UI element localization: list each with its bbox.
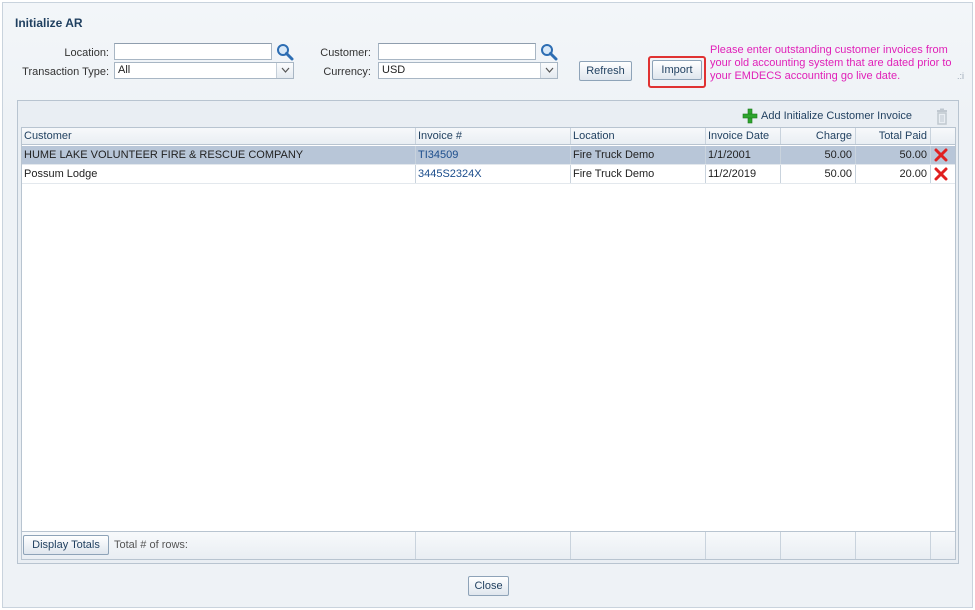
column-delete <box>931 128 955 144</box>
chevron-down-icon <box>540 63 557 78</box>
column-total-paid[interactable]: Total Paid <box>856 128 931 144</box>
currency-label: Currency: <box>323 66 371 78</box>
row-invoice-link[interactable]: 3445S2324X <box>416 165 571 183</box>
total-rows-label: Total # of rows: <box>114 539 188 551</box>
trash-icon[interactable] <box>934 108 950 126</box>
table-row[interactable]: Possum Lodge 3445S2324X Fire Truck Demo … <box>22 165 955 184</box>
customer-label: Customer: <box>320 47 371 59</box>
add-invoice-button[interactable]: Add Initialize Customer Invoice <box>742 108 912 124</box>
delete-row-icon[interactable] <box>934 167 948 181</box>
footer-cell <box>931 532 955 559</box>
footer-cell <box>571 532 706 559</box>
footer-cell <box>781 532 856 559</box>
table-footer: Display Totals Total # of rows: <box>22 531 955 559</box>
footer-summary-cell: Display Totals Total # of rows: <box>22 532 416 559</box>
dialog-title: Initialize AR <box>15 16 83 30</box>
location-search-icon[interactable] <box>276 43 294 61</box>
column-customer[interactable]: Customer <box>22 128 416 144</box>
row-charge: 50.00 <box>781 165 856 183</box>
row-invoice-date: 1/1/2001 <box>706 146 781 164</box>
row-customer: Possum Lodge <box>22 165 416 183</box>
invoice-panel: Add Initialize Customer Invoice Customer… <box>17 100 959 564</box>
footer-cell <box>856 532 931 559</box>
column-invoice-date[interactable]: Invoice Date <box>706 128 781 144</box>
row-total-paid: 50.00 <box>856 146 931 164</box>
footer-cell <box>706 532 781 559</box>
location-label: Location: <box>64 47 109 59</box>
row-customer: HUME LAKE VOLUNTEER FIRE & RESCUE COMPAN… <box>22 146 416 164</box>
row-location: Fire Truck Demo <box>571 146 706 164</box>
transaction-type-label: Transaction Type: <box>22 66 109 78</box>
display-totals-button[interactable]: Display Totals <box>23 535 109 555</box>
column-charge[interactable]: Charge <box>781 128 856 144</box>
location-input[interactable] <box>114 43 272 60</box>
column-invoice[interactable]: Invoice # <box>416 128 571 144</box>
transaction-type-value: All <box>118 64 131 76</box>
column-location[interactable]: Location <box>571 128 706 144</box>
add-invoice-label: Add Initialize Customer Invoice <box>761 110 913 122</box>
row-charge: 50.00 <box>781 146 856 164</box>
table-header: Customer Invoice # Location Invoice Date… <box>22 128 955 145</box>
plus-icon <box>742 108 758 124</box>
customer-input[interactable] <box>378 43 536 60</box>
footer-cell <box>416 532 571 559</box>
row-invoice-link[interactable]: TI34509 <box>416 146 571 164</box>
currency-select[interactable]: USD <box>378 62 558 79</box>
import-button[interactable]: Import <box>652 60 702 80</box>
customer-search-icon[interactable] <box>540 43 558 61</box>
delete-row-icon[interactable] <box>934 148 948 162</box>
close-button[interactable]: Close <box>468 576 509 596</box>
refresh-button[interactable]: Refresh <box>579 61 632 81</box>
resize-grip-icon[interactable]: .:i <box>957 71 964 81</box>
initialize-ar-dialog: Initialize AR Location: Customer: Transa… <box>2 2 973 608</box>
row-total-paid: 20.00 <box>856 165 931 183</box>
row-location: Fire Truck Demo <box>571 165 706 183</box>
transaction-type-select[interactable]: All <box>114 62 294 79</box>
row-invoice-date: 11/2/2019 <box>706 165 781 183</box>
import-instruction-text: Please enter outstanding customer invoic… <box>710 44 952 82</box>
chevron-down-icon <box>276 63 293 78</box>
currency-value: USD <box>382 64 406 76</box>
invoice-table: Customer Invoice # Location Invoice Date… <box>21 127 956 560</box>
table-row[interactable]: HUME LAKE VOLUNTEER FIRE & RESCUE COMPAN… <box>22 146 955 165</box>
